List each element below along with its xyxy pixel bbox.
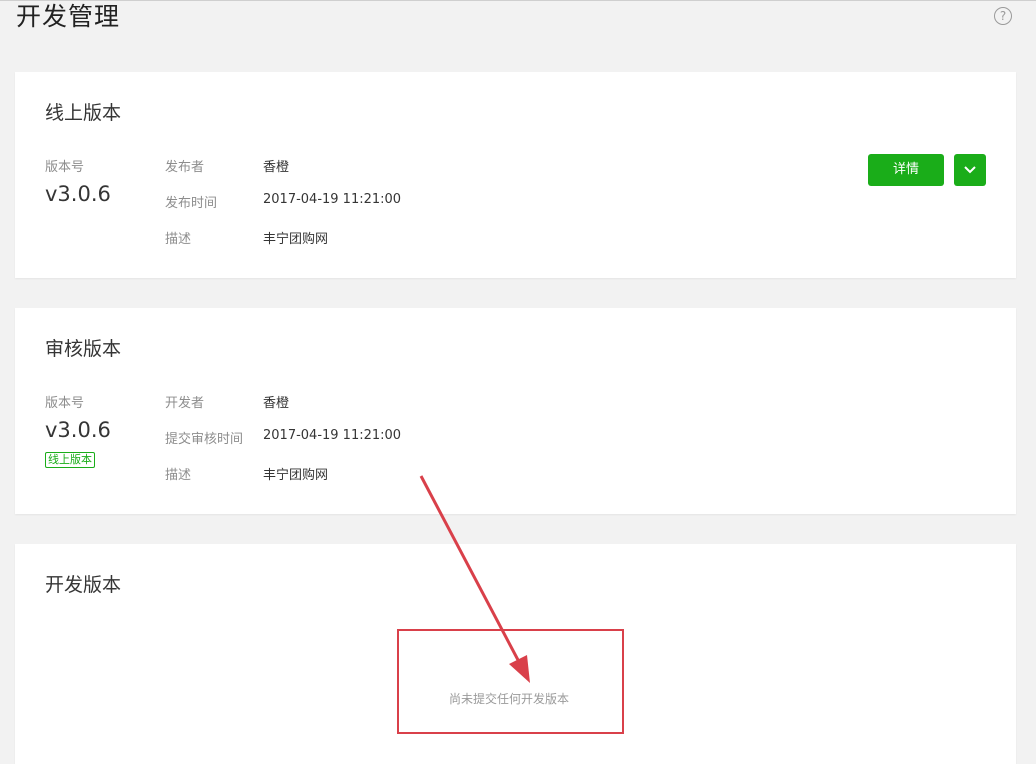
- review-version-card: 审核版本 版本号 v3.0.6 线上版本 开发者 香橙 提交审核时间 2017-…: [15, 308, 1016, 514]
- online-version-badge: 线上版本: [45, 452, 95, 468]
- version-number: v3.0.6: [45, 182, 111, 206]
- version-number: v3.0.6: [45, 418, 111, 442]
- description-label: 描述: [165, 232, 192, 247]
- chevron-down-icon: [964, 166, 976, 174]
- publish-time-label: 发布时间: [165, 196, 218, 211]
- review-version-title: 审核版本: [45, 338, 122, 360]
- top-divider: [0, 0, 1036, 1]
- annotation-highlight-box: [397, 629, 624, 734]
- detail-button[interactable]: 详情: [868, 154, 944, 186]
- publisher-label: 发布者: [165, 160, 205, 175]
- version-label: 版本号: [45, 160, 85, 175]
- description-label: 描述: [165, 468, 192, 483]
- submit-time-label: 提交审核时间: [165, 432, 244, 447]
- online-version-card: 线上版本 版本号 v3.0.6 发布者 香橙 发布时间 2017-04-19 1…: [15, 72, 1016, 278]
- developer-value: 香橙: [263, 396, 290, 411]
- publisher-value: 香橙: [263, 160, 290, 175]
- more-options-button[interactable]: [954, 154, 986, 186]
- description-value: 丰宁团购网: [263, 468, 329, 483]
- developer-label: 开发者: [165, 396, 205, 411]
- page-title: 开发管理: [16, 2, 121, 31]
- version-label: 版本号: [45, 396, 85, 411]
- help-icon[interactable]: ?: [994, 7, 1012, 25]
- submit-time-value: 2017-04-19 11:21:00: [263, 428, 402, 443]
- description-value: 丰宁团购网: [263, 232, 329, 247]
- dev-version-title: 开发版本: [45, 574, 122, 596]
- publish-time-value: 2017-04-19 11:21:00: [263, 192, 402, 207]
- online-version-title: 线上版本: [45, 102, 122, 124]
